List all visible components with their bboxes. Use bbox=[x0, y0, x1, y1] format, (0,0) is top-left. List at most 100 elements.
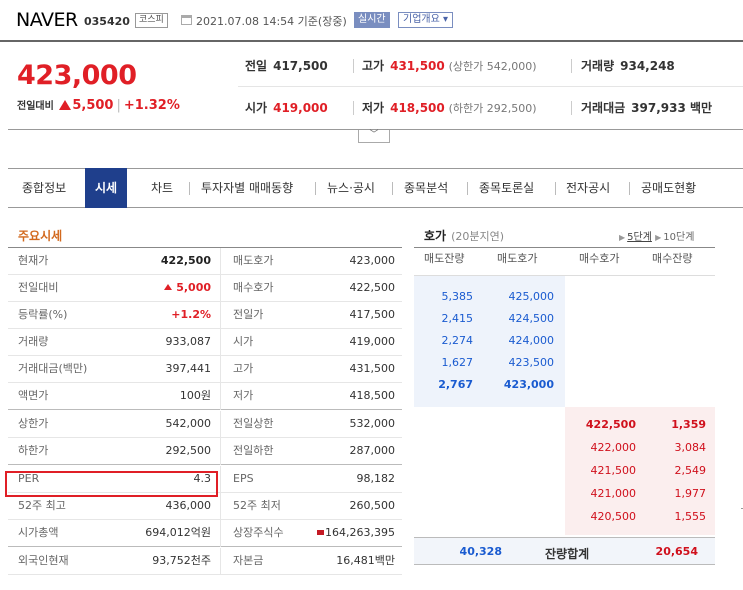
quote-value: 93,752천주 bbox=[152, 554, 211, 567]
trade-amount: 거래대금 397,933 백만 bbox=[581, 101, 713, 115]
quote-label: 상장주식수 bbox=[233, 526, 284, 539]
ask-price: 425,000 bbox=[508, 290, 555, 303]
quote-label: EPS bbox=[233, 472, 254, 485]
quote-value: 532,000 bbox=[349, 417, 396, 430]
expand-button[interactable]: ﹀ bbox=[358, 130, 390, 143]
quote-value: 418,500 bbox=[349, 389, 396, 402]
ask-qty: 2,415 bbox=[441, 312, 474, 325]
quote-value: 419,000 bbox=[349, 335, 396, 348]
current-price: 423,000 bbox=[17, 60, 137, 91]
ask-price: 423,000 bbox=[503, 378, 554, 391]
quote-label: 거래대금(백만) bbox=[18, 362, 88, 375]
market-badge: 코스피 bbox=[135, 13, 168, 28]
low-price: 저가 418,500 (하한가 292,500) bbox=[362, 101, 537, 115]
prev-close: 전일 417,500 bbox=[245, 59, 328, 73]
ask-price: 424,000 bbox=[508, 334, 555, 347]
ask-price: 423,500 bbox=[508, 356, 555, 369]
change-percent: +1.32% bbox=[123, 98, 180, 113]
per-highlight-box bbox=[5, 471, 218, 497]
orderbook-options: ▶ 5단계 ▶ 10단계 bbox=[619, 232, 695, 243]
as-of-time: 2021.07.08 14:54 기준(장중) bbox=[196, 15, 347, 28]
ask-price: 424,500 bbox=[508, 312, 555, 325]
change-label: 전일대비 bbox=[17, 101, 54, 112]
quote-label: 거래량 bbox=[18, 335, 49, 348]
quote-value: 542,000 bbox=[165, 417, 212, 430]
calendar-icon bbox=[181, 15, 192, 25]
tab-discussion[interactable]: 종목토론실 bbox=[479, 179, 534, 196]
tab-analysis[interactable]: 종목분석 bbox=[404, 179, 448, 196]
quote-row: 상한가 542,000 전일상한 532,000 bbox=[8, 411, 402, 438]
bid-price: 420,500 bbox=[590, 510, 637, 523]
five-level-link[interactable]: 5단계 bbox=[627, 232, 652, 243]
stock-code: 035420 bbox=[84, 15, 130, 28]
quote-value: 164,263,395 bbox=[317, 520, 395, 546]
tab-investor-trading[interactable]: 투자자별 매매동향 bbox=[201, 179, 293, 196]
quote-value: 98,182 bbox=[356, 472, 396, 485]
tab-overview[interactable]: 종합정보 bbox=[22, 179, 66, 196]
quote-value: 5,000 bbox=[164, 275, 211, 301]
up-arrow-icon bbox=[59, 100, 72, 110]
quote-row: 전일대비 5,000 매수호가 422,500 bbox=[8, 275, 402, 302]
realtime-button[interactable]: 실시간 bbox=[354, 12, 390, 28]
quote-label: 액면가 bbox=[18, 389, 49, 402]
bid-qty: 2,549 bbox=[674, 464, 707, 477]
quote-label: 전일하한 bbox=[233, 444, 274, 457]
quote-label: 자본금 bbox=[233, 554, 264, 567]
quote-label: 52주 최저 bbox=[233, 499, 281, 512]
orderbook-title: 호가 (20분지연) bbox=[424, 229, 505, 243]
company-overview-button[interactable]: 기업개요 ▾ bbox=[398, 12, 453, 28]
quote-value: 422,500 bbox=[160, 254, 211, 267]
tab-price[interactable]: 시세 bbox=[85, 168, 128, 208]
quote-value: 431,500 bbox=[349, 362, 396, 375]
open-price: 시가 419,000 bbox=[245, 101, 328, 115]
quote-label: 전일상한 bbox=[233, 417, 274, 430]
stock-name: NAVER bbox=[16, 9, 78, 31]
tab-disclosure[interactable]: 전자공시 bbox=[566, 179, 610, 196]
quote-label: 저가 bbox=[233, 389, 254, 402]
ask-qty: 2,767 bbox=[438, 378, 473, 391]
quote-label: 외국인현재 bbox=[18, 554, 69, 567]
volume: 거래량 934,248 bbox=[581, 59, 675, 73]
quote-label: 현재가 bbox=[18, 254, 49, 267]
quote-value: 16,481백만 bbox=[336, 554, 395, 567]
quote-label: 상한가 bbox=[18, 417, 49, 430]
quote-row: 52주 최고 436,000 52주 최저 260,500 bbox=[8, 493, 402, 520]
tab-news[interactable]: 뉴스·공시 bbox=[327, 179, 375, 196]
tab-short-selling[interactable]: 공매도현황 bbox=[641, 179, 696, 196]
orderbook-total: 40,328 잔량합계 20,654 bbox=[414, 537, 715, 565]
quote-row: 거래대금(백만) 397,441 고가 431,500 bbox=[8, 356, 402, 383]
bid-qty: 1,359 bbox=[671, 418, 706, 431]
ask-price-header: 매도호가 bbox=[497, 252, 538, 265]
quote-section-title: 주요시세 bbox=[18, 229, 63, 243]
ten-level-link[interactable]: 10단계 bbox=[663, 232, 694, 243]
quote-label: 고가 bbox=[233, 362, 254, 375]
quote-label: 시가 bbox=[233, 335, 254, 348]
quote-label: 전일가 bbox=[233, 308, 264, 321]
bid-price: 421,000 bbox=[590, 487, 637, 500]
quote-label: 매도호가 bbox=[233, 254, 274, 267]
quote-value: 292,500 bbox=[165, 444, 212, 457]
total-label: 잔량합계 bbox=[545, 547, 590, 561]
up-arrow-icon bbox=[164, 284, 173, 290]
quote-value: 933,087 bbox=[165, 335, 212, 348]
bid-price: 421,500 bbox=[590, 464, 637, 477]
quote-row: 거래량 933,087 시가 419,000 bbox=[8, 329, 402, 356]
quote-value: 423,000 bbox=[349, 254, 396, 267]
quote-label: 전일대비 bbox=[18, 281, 59, 294]
quote-value: 287,000 bbox=[349, 444, 396, 457]
bid-qty: 3,084 bbox=[674, 441, 707, 454]
quote-value: 422,500 bbox=[349, 281, 396, 294]
price-summary: 423,000 전일대비 5,500 | +1.32% 전일 417,500 고가 43… bbox=[8, 42, 743, 130]
quote-value: 100원 bbox=[179, 389, 211, 402]
bid-price: 422,000 bbox=[590, 441, 637, 454]
quote-row: 현재가 422,500 매도호가 423,000 bbox=[8, 248, 402, 275]
bid-price: 422,500 bbox=[585, 418, 636, 431]
ask-qty: 2,274 bbox=[441, 334, 474, 347]
quote-label: 시가총액 bbox=[18, 526, 59, 539]
ask-qty: 1,627 bbox=[441, 356, 474, 369]
quote-value: 260,500 bbox=[349, 499, 396, 512]
tab-chart[interactable]: 차트 bbox=[151, 179, 173, 196]
ask-qty-header: 매도잔량 bbox=[424, 252, 465, 265]
quote-label: 하한가 bbox=[18, 444, 49, 457]
quote-value: 397,441 bbox=[165, 362, 212, 375]
